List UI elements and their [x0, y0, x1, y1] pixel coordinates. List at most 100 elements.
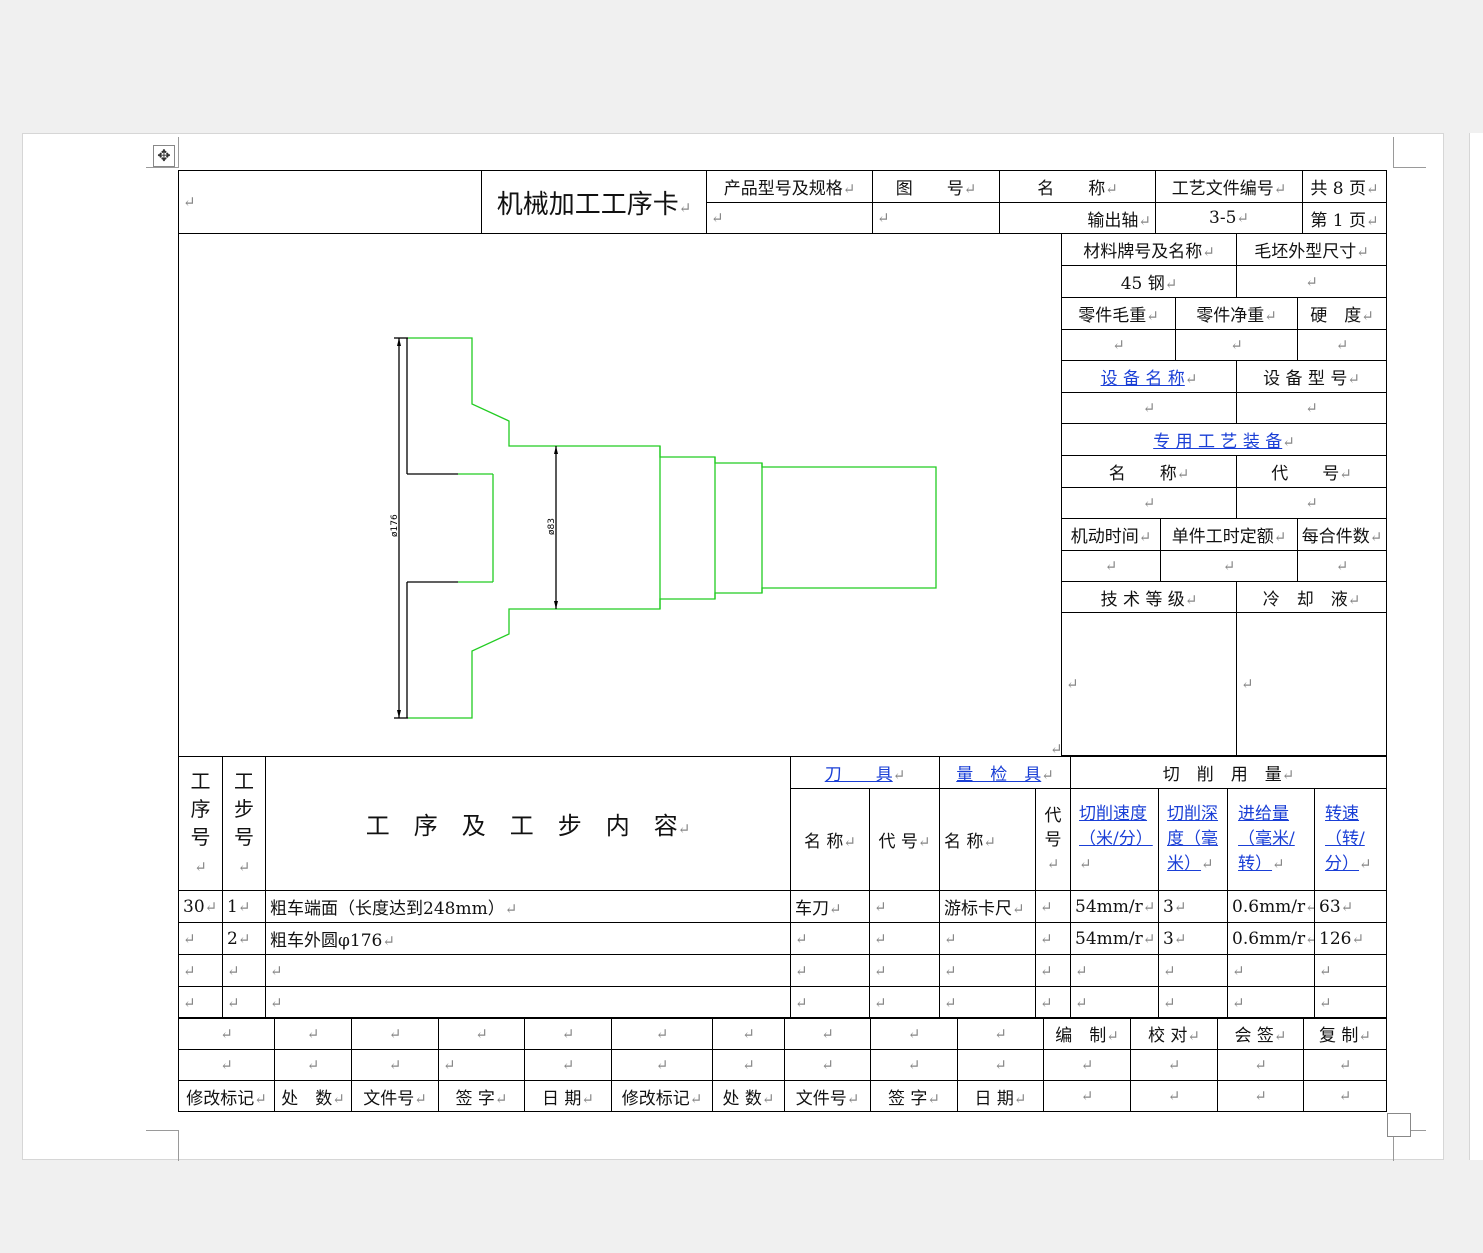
signoff-blank[interactable]: ↵ [712, 1049, 785, 1081]
op-no-cell[interactable]: ↵ [178, 922, 223, 955]
gauge-cell[interactable]: ↵ [939, 922, 1037, 955]
gauge-group-label[interactable]: 量 检 具↵ [939, 756, 1072, 789]
check-value[interactable]: ↵ [1130, 1049, 1218, 1081]
content-cell[interactable]: ↵ [265, 954, 791, 987]
signoff-blank[interactable]: ↵ [524, 1049, 612, 1081]
tool-cell[interactable]: ↵ [790, 954, 870, 987]
signoff-blank[interactable]: ↵ [611, 1017, 713, 1050]
rpm-cell[interactable]: ↵ [1314, 986, 1388, 1019]
speed-cell[interactable]: 54mm/r↵ [1070, 922, 1160, 955]
tool-code-cell[interactable]: ↵ [868, 922, 941, 955]
content-cell[interactable]: ↵ [265, 986, 791, 1019]
hardness-value[interactable]: ↵ [1296, 329, 1388, 361]
unit-time-value[interactable]: ↵ [1160, 550, 1298, 582]
countersign-value[interactable]: ↵ [1217, 1049, 1304, 1081]
content-cell[interactable]: 粗车端面（长度达到248mm）↵ [265, 890, 791, 923]
per-pieces-value[interactable]: ↵ [1296, 550, 1388, 582]
step-no-cell[interactable]: ↵ [222, 986, 266, 1019]
speed-cell[interactable]: ↵ [1070, 954, 1160, 987]
depth-cell[interactable]: 3↵ [1158, 922, 1229, 955]
signoff-blank[interactable]: ↵ [784, 1049, 871, 1081]
table-move-handle-icon[interactable]: ✥ [153, 145, 175, 167]
signoff-blank[interactable]: ↵ [611, 1049, 713, 1081]
feed-cell[interactable]: ↵ [1227, 954, 1316, 987]
drawing-no-value[interactable]: ↵ [872, 202, 1000, 234]
op-no-cell[interactable]: 30↵ [178, 890, 223, 923]
feed-cell[interactable]: 0.6mm/r↵ [1227, 890, 1316, 923]
net-weight-value[interactable]: ↵ [1175, 329, 1298, 361]
rpm-header[interactable]: 转速（转/分）↵ [1314, 788, 1388, 891]
coolant-value[interactable]: ↵ [1235, 612, 1388, 756]
tool-group-label[interactable]: 刀 具↵ [789, 756, 941, 789]
gauge-code-cell[interactable]: ↵ [1035, 922, 1072, 955]
special-equipment-label[interactable]: 专 用 工 艺 装 备↵ [1060, 423, 1388, 456]
tech-grade-value[interactable]: ↵ [1061, 612, 1237, 756]
signoff-blank[interactable]: ↵ [351, 1017, 439, 1050]
product-model-value[interactable]: ↵ [706, 202, 873, 234]
gauge-code-cell[interactable]: ↵ [1035, 890, 1072, 923]
signoff-blank[interactable]: ↵ [957, 1017, 1044, 1050]
speed-cell[interactable]: ↵ [1070, 986, 1160, 1019]
signoff-blank[interactable]: ↵ [524, 1017, 612, 1050]
depth-cell[interactable]: 3↵ [1158, 890, 1229, 923]
rpm-cell[interactable]: 126↵ [1314, 922, 1388, 955]
signoff-blank[interactable]: ↵ [957, 1049, 1044, 1081]
rpm-cell[interactable]: ↵ [1314, 954, 1388, 987]
material-value[interactable]: 45 钢↵ [1061, 265, 1237, 298]
machine-time-value[interactable]: ↵ [1061, 550, 1161, 582]
review-value[interactable]: ↵ [1303, 1049, 1387, 1081]
speed-cell[interactable]: 54mm/r↵ [1070, 890, 1160, 923]
op-no-cell[interactable]: ↵ [178, 986, 223, 1019]
depth-cell[interactable]: ↵ [1158, 986, 1229, 1019]
op-no-cell[interactable]: ↵ [178, 954, 223, 987]
signoff-blank[interactable]: ↵ [178, 1049, 275, 1081]
gauge-cell[interactable]: 游标卡尺↵ [939, 890, 1037, 923]
feed-cell[interactable]: 0.6mm/r↵ [1227, 922, 1316, 955]
feed-cell[interactable]: ↵ [1227, 986, 1316, 1019]
signoff-blank[interactable]: ↵ [1043, 1080, 1131, 1112]
content-cell[interactable]: 粗车外圆φ176↵ [265, 922, 791, 955]
gross-weight-value[interactable]: ↵ [1061, 329, 1176, 361]
tool-code-cell[interactable]: ↵ [868, 986, 941, 1019]
signoff-blank[interactable]: ↵ [1217, 1080, 1304, 1112]
signoff-blank[interactable]: ↵ [274, 1049, 352, 1081]
process-doc-value[interactable]: 3-5↵ [1155, 202, 1303, 234]
signoff-blank[interactable]: ↵ [438, 1049, 525, 1081]
tool-cell[interactable]: ↵ [790, 922, 870, 955]
signoff-blank[interactable]: ↵ [438, 1017, 525, 1050]
blank-size-value[interactable]: ↵ [1235, 265, 1388, 298]
compile-value[interactable]: ↵ [1043, 1049, 1131, 1081]
feed-header[interactable]: 进给量（毫米/转）↵ [1227, 788, 1316, 891]
tool-cell[interactable]: 车刀↵ [790, 890, 870, 923]
equipment-name-label[interactable]: 设 备 名 称↵ [1061, 360, 1237, 393]
step-no-cell[interactable]: ↵ [222, 954, 266, 987]
depth-cell[interactable]: ↵ [1158, 954, 1229, 987]
table-resize-handle[interactable] [1387, 1113, 1411, 1137]
signoff-blank[interactable]: ↵ [178, 1017, 275, 1050]
rpm-cell[interactable]: 63↵ [1314, 890, 1388, 923]
depth-header[interactable]: 切削深度（毫米）↵ [1158, 788, 1229, 891]
speed-header[interactable]: 切削速度（米/分）↵ [1070, 788, 1160, 891]
tool-cell[interactable]: ↵ [790, 986, 870, 1019]
signoff-blank[interactable]: ↵ [1130, 1080, 1218, 1112]
fixture-name-value[interactable]: ↵ [1061, 487, 1237, 519]
equipment-name-value[interactable]: ↵ [1061, 392, 1237, 424]
signoff-blank[interactable]: ↵ [712, 1017, 785, 1050]
gauge-cell[interactable]: ↵ [939, 986, 1037, 1019]
tool-code-cell[interactable]: ↵ [868, 890, 941, 923]
gauge-cell[interactable]: ↵ [939, 954, 1037, 987]
signoff-blank[interactable]: ↵ [351, 1049, 439, 1081]
signoff-blank[interactable]: ↵ [870, 1049, 958, 1081]
gauge-code-cell[interactable]: ↵ [1035, 954, 1072, 987]
part-name-value[interactable]: 输出轴↵ [999, 202, 1156, 234]
signoff-blank[interactable]: ↵ [1303, 1080, 1387, 1112]
equipment-model-value[interactable]: ↵ [1235, 392, 1388, 424]
signoff-blank[interactable]: ↵ [274, 1017, 352, 1050]
signoff-blank[interactable]: ↵ [784, 1017, 871, 1050]
step-no-cell[interactable]: 1↵ [222, 890, 266, 923]
gauge-code-cell[interactable]: ↵ [1035, 986, 1072, 1019]
fixture-code-value[interactable]: ↵ [1235, 487, 1388, 519]
step-no-cell[interactable]: 2↵ [222, 922, 266, 955]
header-blank-cell[interactable]: ↵ [178, 170, 482, 234]
tool-code-cell[interactable]: ↵ [868, 954, 941, 987]
